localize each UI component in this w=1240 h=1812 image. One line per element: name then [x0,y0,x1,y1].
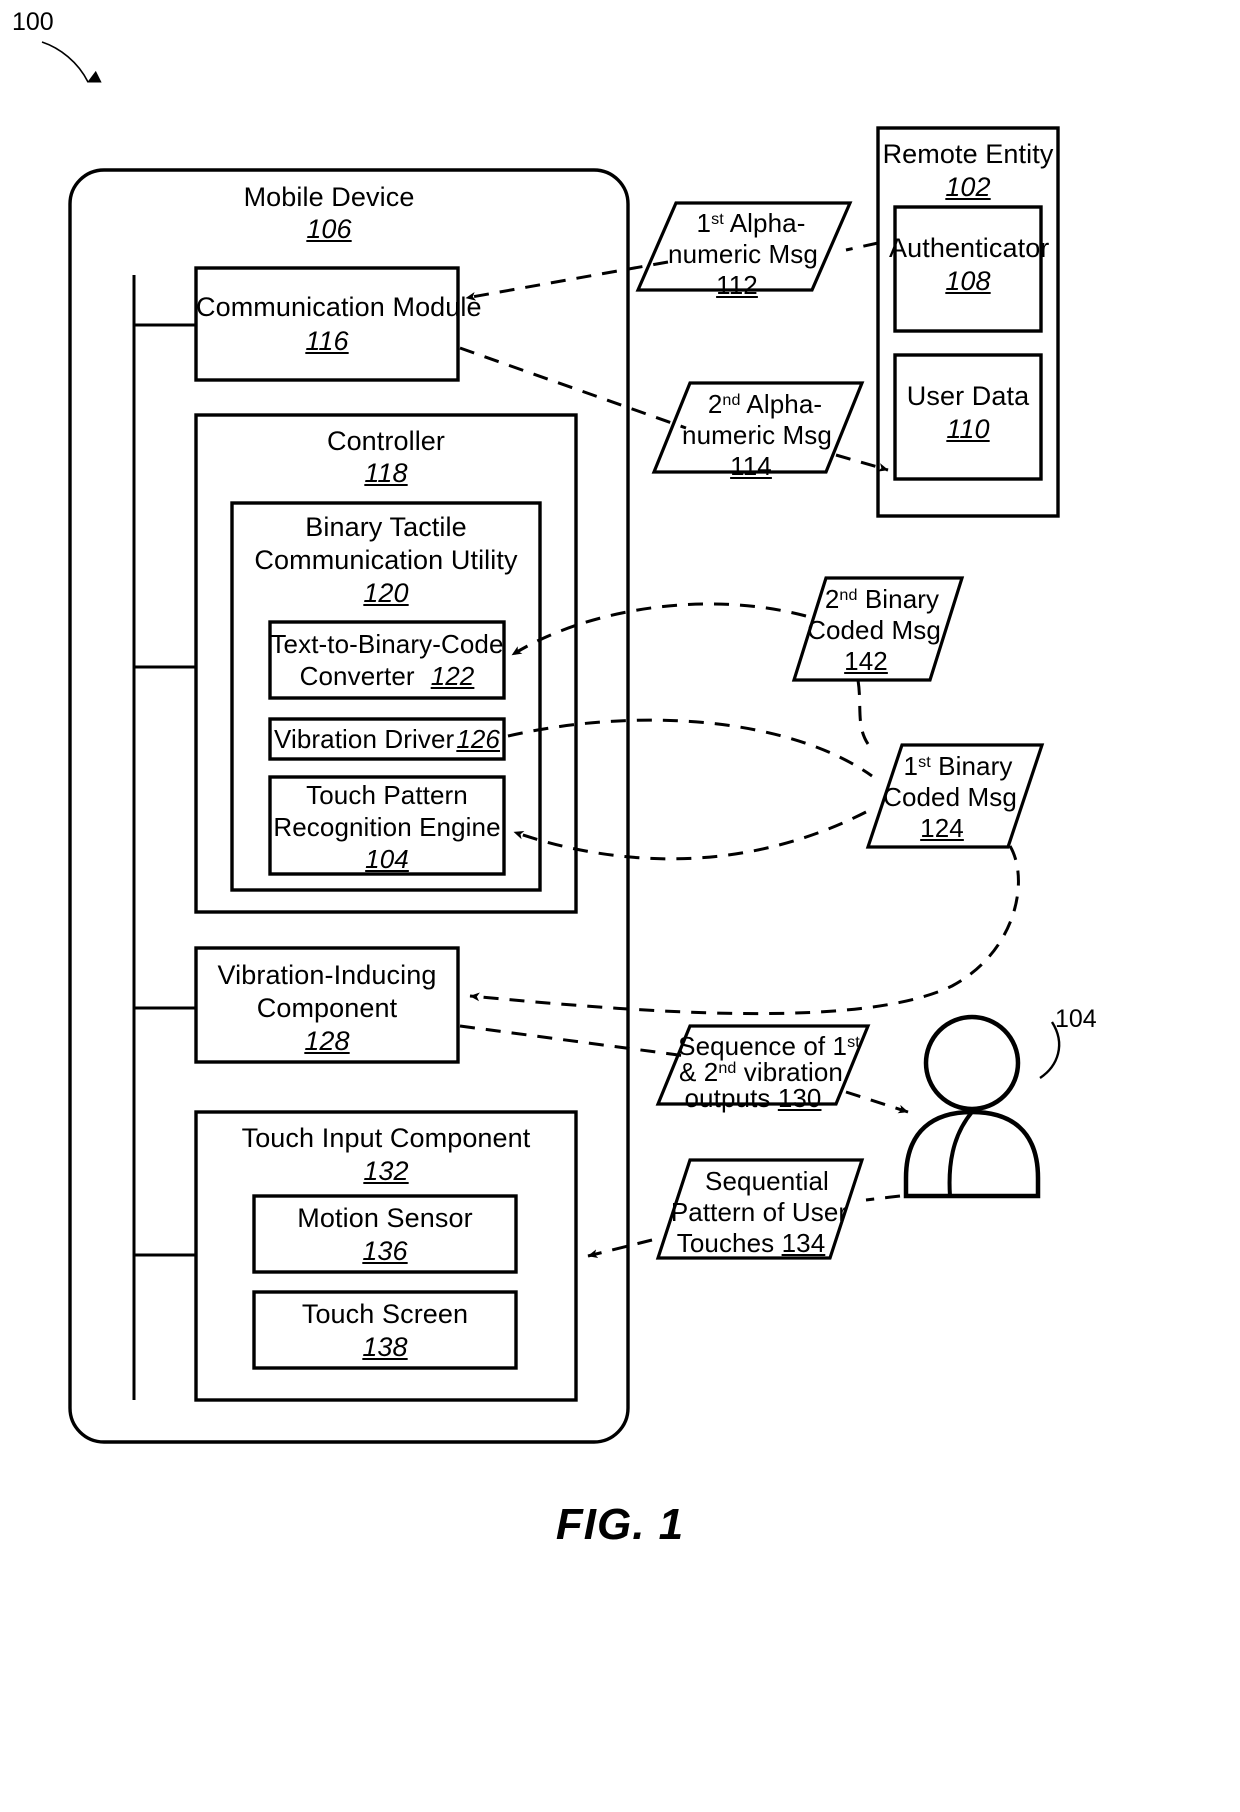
link-msg114-to-remote-entity [835,453,889,472]
link-msg134-to-touch-input-component [587,1238,653,1258]
user-data-title: User Data [906,381,1030,411]
text-to-binary-converter-line1: Text-to-Binary-Code [270,629,504,659]
touch-pattern-sequence-msg-line2: Pattern of User [670,1197,848,1227]
touch-screen-ref: 138 [362,1332,408,1362]
leader-100 [41,41,102,83]
binary-tactile-utility-title-line1: Binary Tactile [305,512,467,542]
communication-module-ref: 116 [305,326,349,356]
second-alphanumeric-msg-line1: 2nd Alpha- [674,389,856,420]
remote-entity-title: Remote Entity [882,139,1054,169]
link-vibration-component-to-msg130 [459,1024,687,1058]
vibration-sequence-msg-line2-suffix: nd [718,1059,737,1078]
vibration-sequence-msg-ref: 130 [777,1083,822,1113]
mobile-device-ref: 106 [306,214,352,244]
link-msg112-to-communication-module [465,260,669,301]
text-to-binary-converter-ref: 122 [430,661,475,691]
touch-screen-title: Touch Screen [301,1299,469,1329]
second-binary-coded-msg-line1-rest: Binary [857,584,940,614]
link-user-to-msg134 [865,1194,901,1202]
authenticator-ref: 108 [945,266,991,296]
first-alphanumeric-msg-line1: 1st Alpha- [660,208,842,239]
first-alphanumeric-msg-line2: numeric Msg [668,239,818,269]
user-arm-icon [947,1110,974,1197]
communication-module-box [194,266,460,382]
first-binary-coded-msg-ordinal: 1 [903,751,919,781]
figure-caption: FIG. 1 [555,1500,685,1549]
touch-pattern-engine-ref: 104 [365,844,409,874]
second-alphanumeric-msg-ref: 114 [730,451,772,481]
second-binary-coded-msg-ref: 142 [844,646,888,676]
text-to-binary-converter-line2-text: Converter [299,661,415,691]
first-binary-coded-msg-line1: 1st Binary [888,751,1028,782]
motion-sensor-ref: 136 [362,1236,408,1266]
touch-pattern-sequence-msg-ref: 134 [781,1228,826,1258]
touch-pattern-sequence-msg-line1: Sequential [705,1166,829,1196]
first-alphanumeric-msg-ordinal: 1 [696,208,712,238]
second-alphanumeric-msg-ordinal-suffix: nd [722,391,741,410]
touch-pattern-sequence-msg-line3-text: Touches [676,1228,782,1258]
user-body-icon [903,1109,1041,1199]
vibration-sequence-msg-line3: outputs 130 [660,1083,846,1114]
first-binary-coded-msg-ref: 124 [920,813,964,843]
touch-pattern-engine-line2: Recognition Engine [273,812,501,842]
user-head-icon [923,1014,1021,1112]
first-alphanumeric-msg-ordinal-suffix: st [711,210,724,229]
remote-entity-ref: 102 [945,172,991,202]
link-remote-to-msg112 [845,241,879,252]
first-binary-coded-msg-line2: Coded Msg [883,782,1017,812]
vibration-inducing-component-line1: Vibration-Inducing [217,960,437,990]
touch-pattern-engine-line1: Touch Pattern [306,780,468,810]
link-msg124-to-vibration-component [469,845,1020,1016]
first-binary-coded-msg-line1-rest: Binary [930,751,1013,781]
link-msg124-to-touch-pattern-engine [513,810,867,861]
user-data-ref: 110 [946,414,990,444]
vibration-sequence-msg-line3-text: outputs [684,1083,778,1113]
figure-reference-100: 100 [12,8,54,36]
second-alphanumeric-msg-line1-rest: Alpha- [740,389,823,419]
vibration-driver-ref: 126 [456,724,500,754]
link-vibration-driver-to-msg124 [507,718,873,778]
first-binary-coded-msg-ordinal-suffix: st [918,753,931,772]
first-alphanumeric-msg-ref: 112 [716,270,758,300]
link-msg130-to-user [845,1090,909,1114]
mobile-device-title: Mobile Device [243,182,415,212]
link-msg142-hook [856,679,870,745]
touch-input-component-title: Touch Input Component [241,1123,531,1153]
second-binary-coded-msg-line1: 2nd Binary [812,584,952,615]
controller-title: Controller [326,426,446,456]
touch-input-component-ref: 132 [363,1156,409,1186]
second-alphanumeric-msg-line2: numeric Msg [682,420,832,450]
binary-tactile-utility-title-line2: Communication Utility [254,545,518,575]
user-reference-104: 104 [1055,1005,1097,1033]
authenticator-title: Authenticator [889,233,1050,263]
first-alphanumeric-msg-line1-rest: Alpha- [723,208,806,238]
binary-tactile-utility-ref: 120 [363,578,409,608]
controller-ref: 118 [364,458,408,488]
second-alphanumeric-msg-ordinal: 2 [707,389,723,419]
second-binary-coded-msg-line2: Coded Msg [807,615,941,645]
vibration-sequence-msg-line1-suffix: st [847,1033,860,1052]
link-communication-module-to-msg114 [459,346,687,430]
motion-sensor-title: Motion Sensor [297,1203,473,1233]
second-binary-coded-msg-ordinal: 2 [824,584,840,614]
link-msg142-to-converter [511,602,807,657]
touch-pattern-sequence-msg-line3: Touches 134 [660,1228,842,1259]
patent-figure-page: 100 104 Mobile Device 106 Communication … [0,0,1240,1812]
vibration-inducing-component-line2: Component [256,993,398,1023]
text-to-binary-converter-line2: Converter 122 [270,661,504,692]
second-binary-coded-msg-ordinal-suffix: nd [839,586,858,605]
communication-module-title: Communication Module [196,292,482,322]
vibration-inducing-component-ref: 128 [304,1026,350,1056]
